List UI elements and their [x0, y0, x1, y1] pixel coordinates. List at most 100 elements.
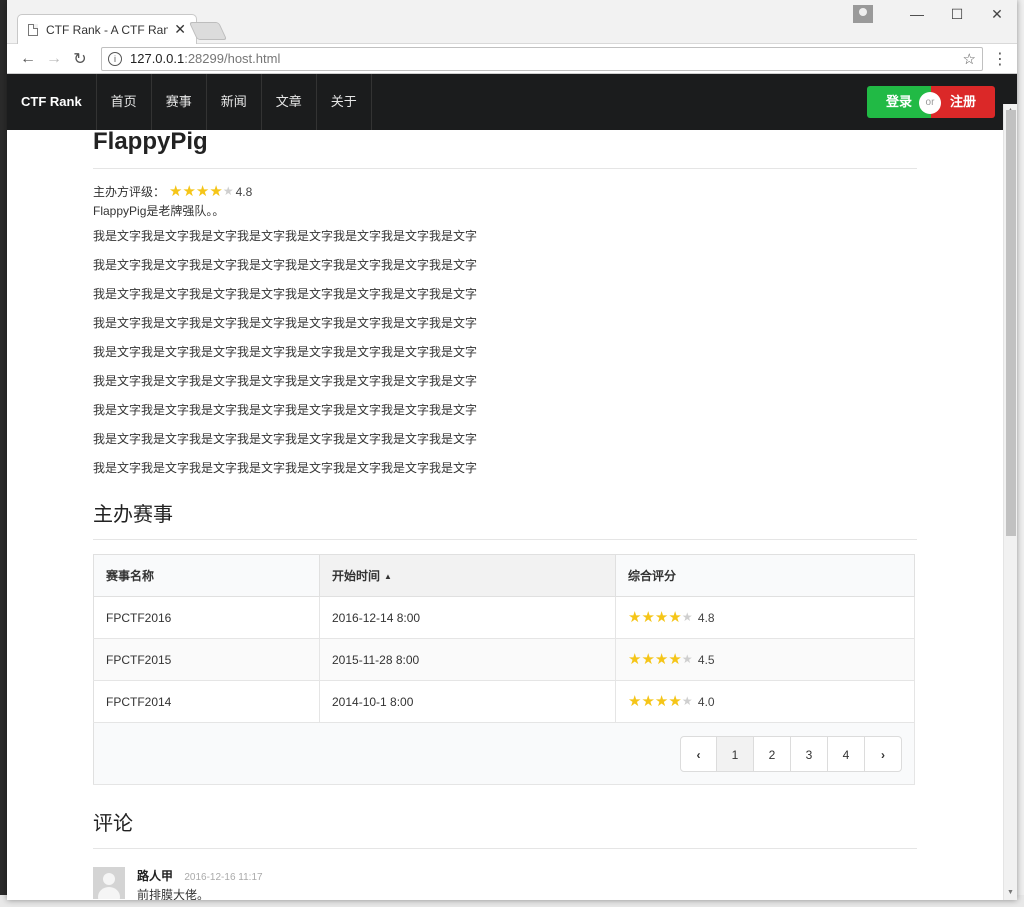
event-start: 2015-11-28 8:00	[319, 638, 616, 681]
page-button-2[interactable]: 2	[754, 735, 791, 772]
event-rating-stars: ★ ★ ★ ★ ★	[628, 652, 693, 667]
close-tab-icon[interactable]: ✕	[174, 21, 186, 38]
paragraph: 我是文字我是文字我是文字我是文字我是文字我是文字我是文字我是文字	[93, 374, 478, 388]
event-start: 2016-12-14 8:00	[319, 596, 616, 639]
event-start: 2014-10-1 8:00	[319, 680, 616, 723]
url-path: :28299/host.html	[184, 51, 281, 66]
paragraph: 我是文字我是文字我是文字我是文字我是文字我是文字我是文字我是文字	[93, 229, 478, 243]
star-empty-icon: ★	[681, 652, 693, 666]
site-brand[interactable]: CTF Rank	[7, 74, 97, 130]
forward-icon[interactable]: →	[41, 50, 67, 68]
host-rating-stars: ★ ★ ★ ★ ★	[169, 184, 234, 199]
star-filled-icon: ★	[641, 609, 655, 626]
star-filled-icon: ★	[641, 651, 655, 668]
tab-strip: CTF Rank - A CTF Rank ✕ — ☐ ✕	[7, 0, 1017, 44]
minimize-icon[interactable]: —	[897, 6, 937, 22]
maximize-icon[interactable]: ☐	[937, 6, 977, 23]
star-empty-icon: ★	[681, 694, 693, 708]
event-name: FPCTF2014	[93, 680, 320, 723]
column-header-event-name[interactable]: 赛事名称	[93, 554, 320, 597]
paragraph: 我是文字我是文字我是文字我是文字我是文字我是文字我是文字我是文字	[93, 287, 478, 301]
host-paragraphs: 我是文字我是文字我是文字我是文字我是文字我是文字我是文字我是文字 我是文字我是文…	[93, 229, 917, 476]
event-name: FPCTF2015	[93, 638, 320, 681]
column-header-start-time[interactable]: 开始时间 ▲	[319, 554, 616, 597]
star-filled-icon: ★	[628, 651, 642, 668]
info-icon[interactable]: i	[108, 51, 122, 66]
host-rating: 主办方评级： ★ ★ ★ ★ ★ 4.8	[93, 183, 917, 200]
star-filled-icon: ★	[641, 693, 655, 710]
star-filled-icon: ★	[654, 609, 669, 626]
comment-text: 前排膜大佬。	[137, 888, 210, 900]
star-filled-icon: ★	[628, 609, 642, 626]
url-host: 127.0.0.1	[130, 51, 185, 66]
reload-icon[interactable]: ↻	[67, 49, 93, 69]
events-section-title: 主办赛事	[93, 498, 917, 540]
host-title: FlappyPig	[93, 128, 917, 169]
auth-buttons: 登录 or 注册	[867, 86, 995, 118]
nav-item-about[interactable]: 关于	[317, 74, 372, 130]
event-score: 4.8	[697, 611, 715, 625]
star-filled-icon: ★	[209, 183, 223, 200]
pagination: ‹ 1 2 3 4 ›	[106, 735, 902, 772]
page-icon	[28, 23, 38, 36]
paragraph: 我是文字我是文字我是文字我是文字我是文字我是文字我是文字我是文字	[93, 432, 478, 446]
event-score-cell: ★ ★ ★ ★ ★ 4.8	[615, 596, 915, 639]
close-window-icon[interactable]: ✕	[977, 6, 1017, 23]
paragraph: 我是文字我是文字我是文字我是文字我是文字我是文字我是文字我是文字	[93, 403, 478, 417]
table-row[interactable]: FPCTF2016 2016-12-14 8:00 ★ ★ ★ ★ ★ 4.8	[93, 596, 915, 639]
window-controls: — ☐ ✕	[853, 0, 1017, 28]
avatar[interactable]	[93, 867, 125, 899]
back-icon[interactable]: ←	[15, 50, 41, 68]
rating-label: 主办方评级：	[93, 185, 166, 199]
scroll-down-icon[interactable]: ▼	[1004, 886, 1017, 900]
address-bar[interactable]: i 127.0.0.1:28299/host.html ☆	[101, 46, 983, 71]
prev-page-button[interactable]: ‹	[680, 735, 717, 772]
table-row[interactable]: FPCTF2014 2014-10-1 8:00 ★ ★ ★ ★ ★ 4.0	[93, 680, 915, 723]
column-header-label: 开始时间	[332, 569, 381, 583]
page-button-4[interactable]: 4	[828, 735, 865, 772]
or-divider: or	[919, 92, 941, 114]
star-filled-icon: ★	[195, 183, 210, 200]
browser-window: CTF Rank - A CTF Rank ✕ — ☐ ✕ ← → ↻ i 12…	[7, 0, 1017, 900]
user-profile-icon[interactable]	[853, 5, 873, 23]
column-header-score[interactable]: 综合评分	[615, 554, 915, 597]
comment-header: 路人甲 2016-12-16 11:17	[137, 867, 263, 884]
table-row[interactable]: FPCTF2015 2015-11-28 8:00 ★ ★ ★ ★ ★ 4.5	[93, 638, 915, 681]
paragraph: 我是文字我是文字我是文字我是文字我是文字我是文字我是文字我是文字	[93, 345, 478, 359]
event-rating-stars: ★ ★ ★ ★ ★	[628, 610, 693, 625]
comment-item: 路人甲 2016-12-16 11:17 前排膜大佬。	[93, 867, 917, 900]
star-filled-icon: ★	[169, 183, 183, 200]
menu-kebab-icon[interactable]: ⋮	[991, 49, 1009, 69]
site-navbar: CTF Rank 首页 赛事 新闻 文章 关于 登录 or 注册	[7, 74, 1017, 130]
star-filled-icon: ★	[668, 693, 682, 710]
rating-score: 4.8	[235, 184, 253, 199]
event-score: 4.0	[697, 695, 715, 709]
star-filled-icon: ★	[182, 183, 196, 200]
tab-title: CTF Rank - A CTF Rank	[46, 22, 169, 37]
page-button-1[interactable]: 1	[717, 735, 754, 772]
comment-body: 路人甲 2016-12-16 11:17 前排膜大佬。	[137, 867, 263, 900]
pagination-cell: ‹ 1 2 3 4 ›	[93, 722, 915, 785]
bookmark-star-icon[interactable]: ☆	[963, 50, 976, 68]
scroll-thumb[interactable]	[1006, 110, 1016, 536]
page-content: FlappyPig 主办方评级： ★ ★ ★ ★ ★ 4.8 FlappyPig…	[93, 128, 917, 900]
sort-ascending-icon: ▲	[384, 572, 392, 582]
star-filled-icon: ★	[628, 693, 642, 710]
star-empty-icon: ★	[222, 184, 234, 198]
nav-item-news[interactable]: 新闻	[207, 74, 262, 130]
nav-item-events[interactable]: 赛事	[152, 74, 207, 130]
event-rating-stars: ★ ★ ★ ★ ★	[628, 694, 693, 709]
paragraph: 我是文字我是文字我是文字我是文字我是文字我是文字我是文字我是文字	[93, 258, 478, 272]
page-button-3[interactable]: 3	[791, 735, 828, 772]
host-description: FlappyPig是老牌强队。。	[93, 204, 225, 218]
comment-author[interactable]: 路人甲	[137, 869, 173, 883]
next-page-button[interactable]: ›	[865, 735, 902, 772]
paragraph: 我是文字我是文字我是文字我是文字我是文字我是文字我是文字我是文字	[93, 316, 478, 330]
star-filled-icon: ★	[654, 651, 669, 668]
star-empty-icon: ★	[681, 610, 693, 624]
page-scrollbar[interactable]: ▲ ▼	[1003, 104, 1017, 900]
star-filled-icon: ★	[654, 693, 669, 710]
nav-item-home[interactable]: 首页	[97, 74, 152, 130]
browser-tab[interactable]: CTF Rank - A CTF Rank ✕	[17, 14, 197, 44]
nav-item-articles[interactable]: 文章	[262, 74, 317, 130]
